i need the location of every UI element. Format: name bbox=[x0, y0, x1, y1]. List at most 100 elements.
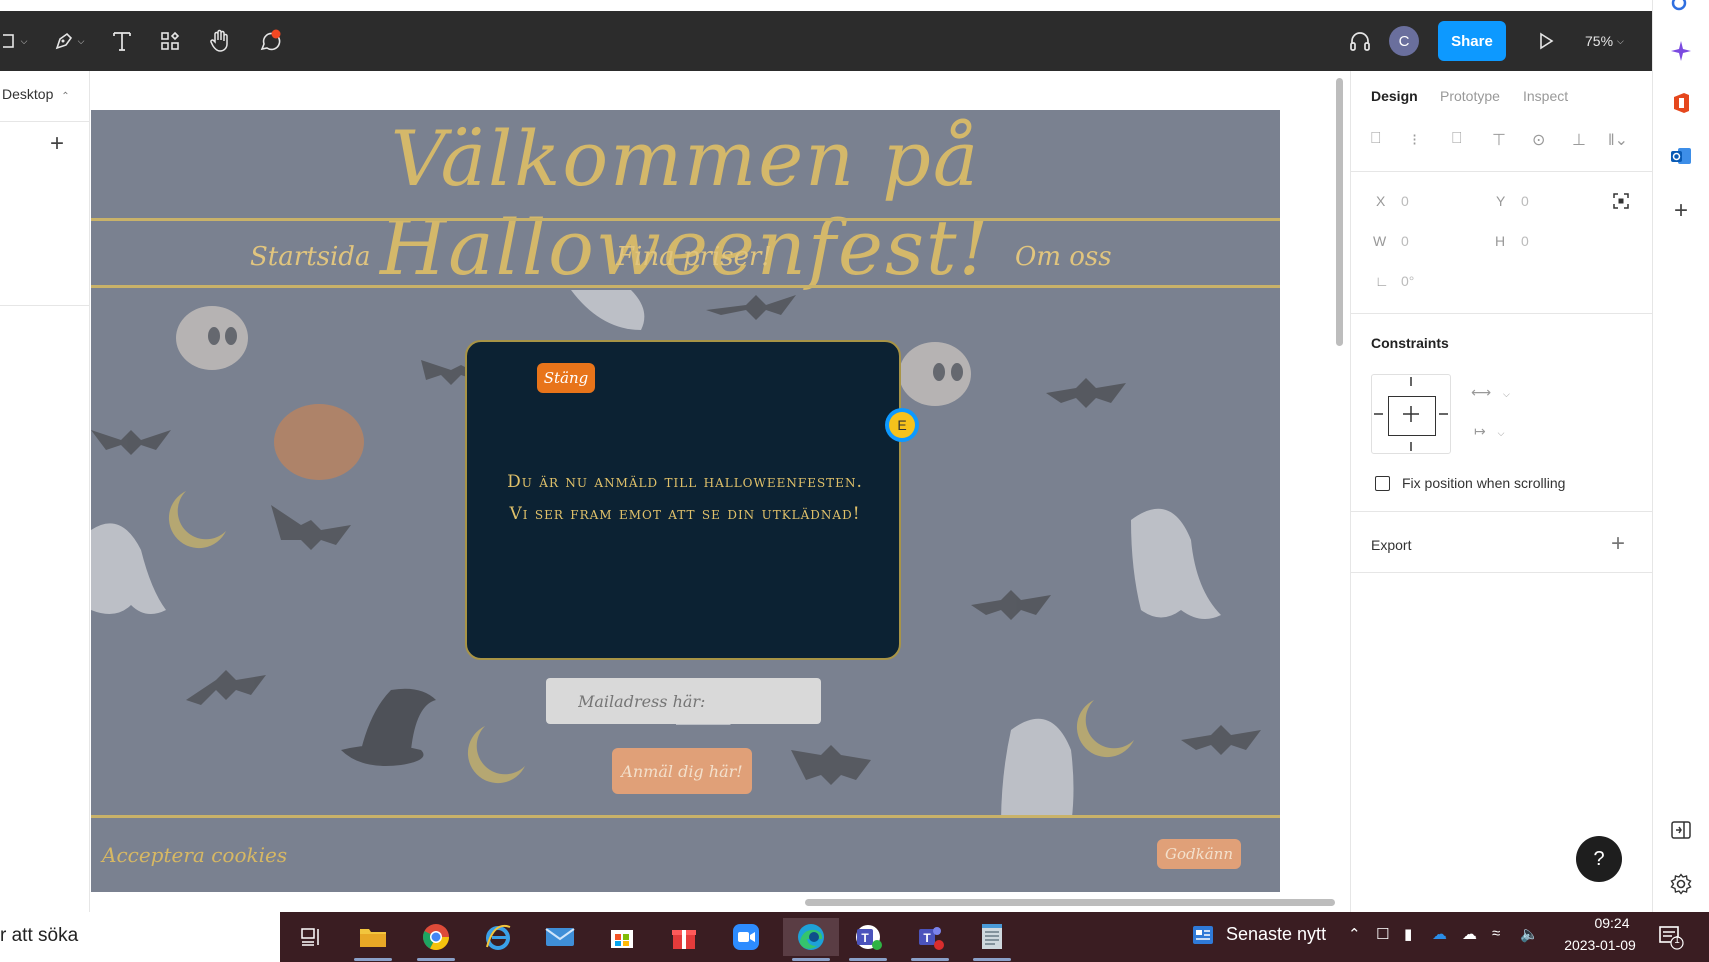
tab-design[interactable]: Design bbox=[1371, 88, 1418, 104]
w-label: W bbox=[1373, 233, 1387, 249]
design-frame[interactable]: Välkommen på Halloweenfest! Startsida Fi… bbox=[91, 110, 1280, 892]
svg-text:T: T bbox=[861, 931, 869, 945]
active-indicator bbox=[973, 958, 1011, 961]
zoom-app-icon[interactable] bbox=[727, 918, 765, 956]
hand-icon bbox=[210, 29, 228, 52]
nav-startsida[interactable]: Startsida bbox=[250, 242, 370, 272]
fix-position-checkbox[interactable]: Fix position when scrolling bbox=[1375, 475, 1565, 491]
notepad-icon[interactable] bbox=[973, 918, 1011, 956]
text-tool[interactable] bbox=[104, 11, 140, 71]
vertical-constraint-dropdown[interactable]: ↦ ⌵ bbox=[1474, 423, 1504, 440]
x-input[interactable]: 0 bbox=[1401, 193, 1409, 209]
help-button[interactable]: ? bbox=[1576, 836, 1622, 882]
horizontal-constraint-dropdown[interactable]: ⟷ ⌵ bbox=[1471, 384, 1510, 401]
clock-date[interactable]: 2023-01-09 bbox=[1560, 937, 1640, 953]
news-icon bbox=[1193, 925, 1213, 944]
fix-position-label: Fix position when scrolling bbox=[1402, 475, 1566, 491]
teams-work-icon[interactable]: T bbox=[911, 918, 949, 956]
show-hidden-icons-chevron-icon[interactable]: ⌃ bbox=[1348, 925, 1361, 943]
frame-tool[interactable]: ⌵ bbox=[0, 11, 30, 71]
onedrive-personal-icon[interactable]: ☁ bbox=[1462, 925, 1477, 943]
align-vertical-center-icon[interactable]: ⊙ bbox=[1532, 130, 1545, 150]
x-label: X bbox=[1376, 193, 1386, 209]
onedrive-icon[interactable]: ☁ bbox=[1432, 925, 1447, 943]
battery-icon[interactable]: ▮ bbox=[1404, 925, 1412, 943]
user-avatar[interactable]: C bbox=[1389, 26, 1419, 56]
resources-tool[interactable] bbox=[152, 11, 188, 71]
modal-message-line-2: Vi ser fram emot att se din utklädnad! bbox=[509, 504, 861, 524]
align-horizontal-center-icon[interactable]: ⁝ bbox=[1412, 130, 1417, 150]
comment-tool[interactable] bbox=[252, 11, 288, 71]
nav-fina-priser[interactable]: Fina priser! bbox=[616, 242, 772, 272]
align-right-icon[interactable]: ⎕ bbox=[1452, 130, 1462, 148]
divider bbox=[0, 121, 90, 122]
gift-app-icon[interactable] bbox=[665, 918, 703, 956]
vertical-scrollbar[interactable] bbox=[1336, 78, 1343, 346]
w-input[interactable]: 0 bbox=[1401, 233, 1409, 249]
internet-explorer-icon[interactable] bbox=[479, 918, 517, 956]
h-label: H bbox=[1495, 233, 1506, 249]
modal-message-line-1: Du är nu anmäld till halloweenfesten. bbox=[507, 472, 863, 492]
zoom-dropdown[interactable]: 75% ⌵ bbox=[1585, 11, 1624, 71]
chevron-down-icon: ⌵ bbox=[1617, 35, 1624, 46]
teams-icon[interactable]: T bbox=[849, 918, 887, 956]
nav-om-oss[interactable]: Om oss bbox=[1015, 242, 1112, 272]
chrome-icon[interactable] bbox=[417, 918, 455, 956]
edge-browser-icon[interactable] bbox=[783, 918, 839, 956]
pen-tool[interactable]: ⌵ bbox=[46, 11, 92, 71]
meet-now-icon[interactable]: ☐ bbox=[1376, 925, 1389, 943]
office-icon[interactable] bbox=[1668, 90, 1694, 116]
align-bottom-icon[interactable]: ⊥ bbox=[1572, 130, 1586, 150]
wifi-icon[interactable]: ≈ bbox=[1492, 925, 1500, 942]
search-icon[interactable] bbox=[1668, 0, 1694, 18]
collaborator-cursor: E bbox=[885, 408, 919, 442]
news-widget[interactable]: Senaste nytt bbox=[1192, 924, 1326, 945]
present-button[interactable] bbox=[1528, 11, 1564, 71]
modal-close-button[interactable]: Stäng bbox=[537, 363, 595, 393]
hand-tool[interactable] bbox=[202, 11, 238, 71]
pen-icon bbox=[55, 32, 72, 50]
page-selector[interactable]: Desktop ⌃ bbox=[2, 86, 70, 102]
mail-icon[interactable] bbox=[541, 918, 579, 956]
tab-prototype[interactable]: Prototype bbox=[1440, 88, 1500, 104]
add-sidebar-app-icon[interactable]: + bbox=[1668, 197, 1694, 224]
task-view-icon[interactable] bbox=[292, 918, 330, 956]
divider bbox=[1351, 171, 1652, 172]
add-export-icon[interactable]: + bbox=[1611, 530, 1625, 558]
outlook-icon[interactable] bbox=[1668, 143, 1694, 169]
constraints-lines bbox=[1374, 377, 1448, 451]
horizontal-scrollbar[interactable] bbox=[805, 899, 1335, 906]
h-input[interactable]: 0 bbox=[1521, 233, 1529, 249]
add-page-button[interactable]: + bbox=[50, 130, 64, 158]
tab-inspect[interactable]: Inspect bbox=[1523, 88, 1568, 104]
y-input[interactable]: 0 bbox=[1521, 193, 1529, 209]
align-left-icon[interactable]: ⎕ bbox=[1371, 130, 1381, 148]
taskbar-search-text: r att söka bbox=[0, 925, 79, 946]
align-top-icon[interactable]: ⊤ bbox=[1492, 130, 1506, 150]
constraints-title: Constraints bbox=[1371, 335, 1449, 351]
settings-gear-icon[interactable] bbox=[1668, 871, 1694, 897]
clock-time[interactable]: 09:24 bbox=[1577, 915, 1647, 931]
hide-sidebar-icon[interactable] bbox=[1668, 817, 1694, 843]
text-icon bbox=[113, 32, 131, 51]
signup-button[interactable]: Anmäl dig här! bbox=[612, 748, 752, 794]
copilot-icon[interactable] bbox=[1668, 38, 1694, 64]
active-indicator bbox=[849, 958, 887, 961]
file-explorer-icon[interactable] bbox=[354, 918, 392, 956]
notification-center-icon[interactable]: 1 bbox=[1658, 924, 1684, 955]
share-button[interactable]: Share bbox=[1438, 21, 1506, 61]
checkbox-icon bbox=[1375, 475, 1390, 491]
email-field[interactable] bbox=[546, 678, 821, 724]
distribute-icon[interactable]: ‖⌄ bbox=[1608, 130, 1628, 150]
volume-icon[interactable]: 🔈 bbox=[1520, 925, 1539, 943]
resize-to-fit-icon[interactable] bbox=[1613, 193, 1629, 214]
audio-chat-button[interactable] bbox=[1342, 11, 1378, 71]
rotation-icon: ∟ bbox=[1375, 273, 1389, 289]
active-indicator bbox=[354, 958, 392, 961]
rotation-input[interactable]: 0° bbox=[1401, 273, 1414, 289]
chevron-down-icon: ⌵ bbox=[20, 35, 28, 46]
accept-cookies-button[interactable]: Godkänn bbox=[1157, 839, 1241, 869]
microsoft-store-icon[interactable] bbox=[603, 918, 641, 956]
comment-icon bbox=[260, 29, 281, 51]
active-indicator bbox=[417, 958, 455, 961]
